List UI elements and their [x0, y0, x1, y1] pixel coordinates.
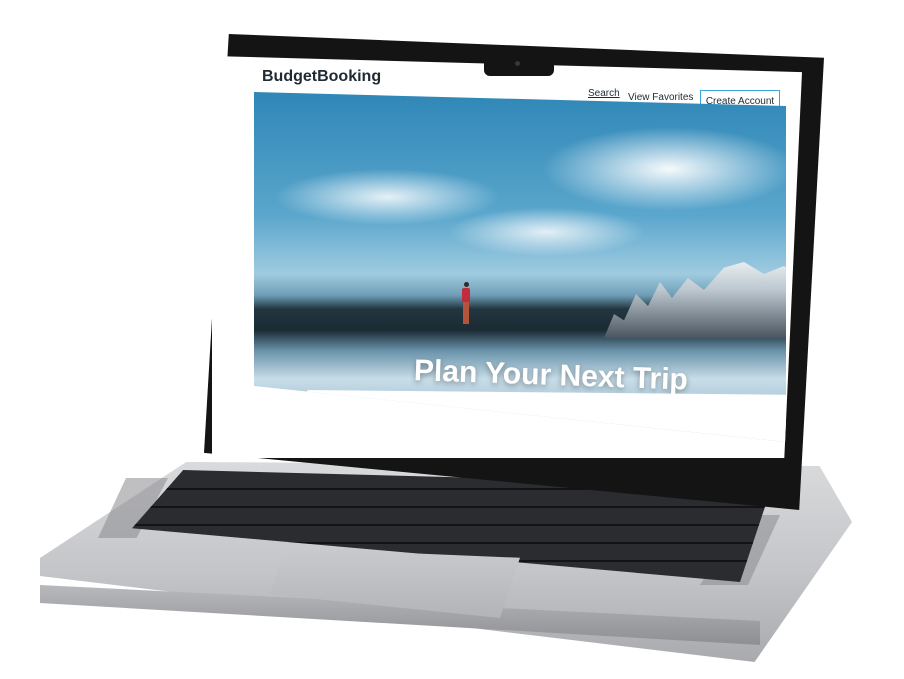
camera-notch [484, 56, 554, 76]
screen: BudgetBooking Search View Favorites Crea… [212, 56, 802, 458]
start-date-input[interactable] [592, 434, 636, 442]
find-a-trip-button[interactable]: Find A Trip [716, 442, 776, 458]
location-pin-icon [322, 412, 338, 434]
trip-search-card: $ — Find A Trip [306, 390, 786, 458]
laptop-mockup: BudgetBooking Search View Favorites Crea… [0, 0, 904, 679]
dollar-icon: $ [448, 426, 472, 442]
hero-mountains [604, 262, 786, 338]
nav-search-link[interactable]: Search [588, 88, 620, 99]
hero-hiker [462, 282, 470, 328]
calendar-icon [559, 428, 581, 442]
starting-location-input[interactable] [344, 414, 432, 436]
budget-input[interactable] [478, 426, 540, 442]
nav-view-favorites-link[interactable]: View Favorites [628, 92, 693, 103]
hero-title: Plan Your Next Trip [413, 354, 689, 397]
end-date-input[interactable] [648, 436, 692, 442]
camera-icon [515, 61, 520, 66]
brand-logo[interactable]: BudgetBooking [262, 68, 381, 86]
date-range-separator: — [640, 440, 648, 449]
hero-image: Plan Your Next Trip $ [254, 92, 786, 442]
